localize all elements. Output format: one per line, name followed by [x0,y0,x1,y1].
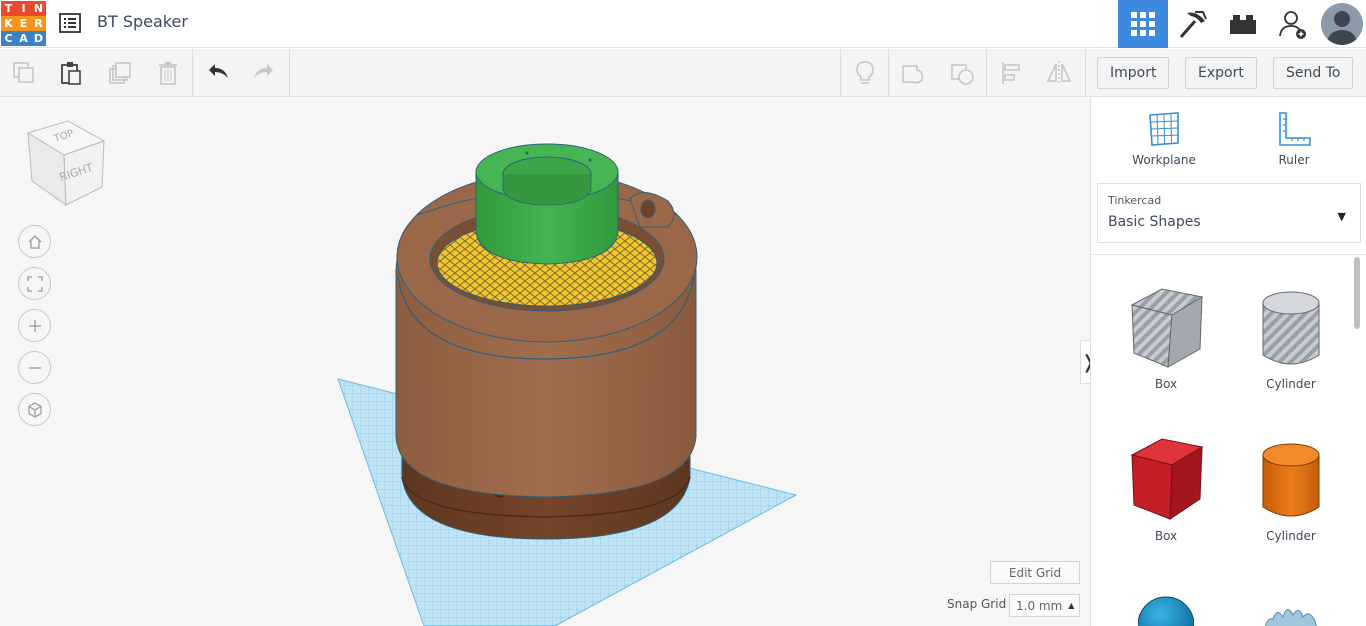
design-list-icon[interactable] [58,11,82,35]
perspective-button[interactable] [18,393,51,426]
ruler-tool[interactable]: Ruler [1249,109,1339,167]
avatar-icon [1321,3,1363,45]
invite-user-button[interactable] [1268,0,1318,48]
workplane-label: Workplane [1132,153,1196,167]
snap-grid-value: 1.0 mm [1016,598,1063,613]
duplicate-icon[interactable] [106,59,134,87]
zoom-out-button[interactable] [18,351,51,384]
3d-design-view-button[interactable] [1118,0,1168,48]
ungroup-icon[interactable] [949,59,977,87]
shape-box[interactable]: Box [1121,433,1211,543]
fit-view-button[interactable] [18,267,51,300]
avatar[interactable] [1318,0,1366,48]
cylinder-icon [1262,443,1320,517]
shape-cylinder[interactable]: Cylinder [1246,433,1336,543]
scribble-icon [1265,609,1317,626]
ruler-label: Ruler [1278,153,1310,167]
panel-collapse-handle[interactable]: ❭ [1080,340,1090,384]
logo-letter: C [1,31,16,46]
logo-letter: R [31,16,46,31]
view-cube[interactable]: TOP RIGHT [24,119,108,207]
library-name: Basic Shapes [1108,214,1201,230]
cube-icon [27,401,42,418]
library-source: Tinkercad [1108,194,1162,207]
3d-scene[interactable] [0,97,1090,626]
snap-grid-select[interactable]: 1.0 mm ▲ [1009,594,1080,617]
redo-icon[interactable] [250,59,278,87]
cylinder-hole-icon [1262,291,1320,365]
ruler-icon [1279,112,1311,146]
shapes-panel: Workplane Ruler Tinkercad Basic Shapes ▼… [1090,97,1366,626]
shape-label: Box [1154,529,1178,543]
plus-icon [28,319,41,332]
fit-icon [26,275,43,292]
shape-scribble[interactable] [1261,599,1321,626]
tinkercad-logo[interactable]: T I N K E R C A D [1,1,46,46]
export-button[interactable]: Export [1185,57,1257,89]
workplane-canvas[interactable]: TOP RIGHT ❭ Edit Grid Snap Grid 1.0 mm ▲ [0,97,1090,626]
workplane-icon [1149,112,1179,146]
edit-toolbar: Import Export Send To [0,49,1366,97]
shape-box-hole[interactable]: Box [1121,281,1211,391]
bricks-view-button[interactable] [1218,0,1268,48]
notes-icon[interactable] [851,59,879,87]
align-icon[interactable] [998,59,1026,87]
logo-letter: T [1,1,16,16]
logo-letter: A [16,31,31,46]
add-user-icon [1279,11,1306,39]
logo-letter: I [16,1,31,16]
brick-icon [1230,15,1256,34]
home-view-button[interactable] [18,225,51,258]
sphere-icon [1137,596,1195,626]
logo-letter: D [31,31,46,46]
mirror-icon[interactable] [1045,59,1073,87]
chevron-right-icon: ❭ [1081,352,1090,373]
minus-icon [28,366,41,369]
snap-grid-label: Snap Grid [947,597,1007,611]
logo-letter: E [16,16,31,31]
delete-icon[interactable] [154,59,182,87]
edit-grid-button[interactable]: Edit Grid [990,561,1080,584]
zoom-in-button[interactable] [18,309,51,342]
box-hole-icon [1130,288,1204,368]
caret-down-icon: ▼ [1337,210,1346,223]
shape-sphere[interactable] [1137,595,1195,626]
panel-scrollbar[interactable] [1354,257,1360,329]
paste-icon[interactable] [57,59,85,87]
app-header: T I N K E R C A D BT Speaker [0,0,1366,48]
logo-letter: K [1,16,16,31]
import-button[interactable]: Import [1097,57,1170,89]
shape-label: Cylinder [1266,529,1316,543]
shape-label: Cylinder [1266,377,1316,391]
home-icon [28,234,41,249]
shape-cylinder-hole[interactable]: Cylinder [1246,281,1336,391]
grid-icon [1131,12,1155,36]
group-icon[interactable] [900,59,928,87]
caret-up-icon: ▲ [1068,601,1075,610]
document-title[interactable]: BT Speaker [97,12,188,31]
speaker-model[interactable] [395,143,698,540]
shape-library-select[interactable]: Tinkercad Basic Shapes ▼ [1097,183,1361,243]
workplane-tool[interactable]: Workplane [1119,109,1209,167]
send-to-button[interactable]: Send To [1273,57,1354,89]
codeblocks-view-button[interactable] [1168,0,1218,48]
undo-icon[interactable] [204,59,232,87]
copy-icon[interactable] [10,59,38,87]
logo-letter: N [31,1,46,16]
shape-label: Box [1154,377,1178,391]
pickaxe-icon [1179,11,1207,38]
box-icon [1130,438,1204,520]
